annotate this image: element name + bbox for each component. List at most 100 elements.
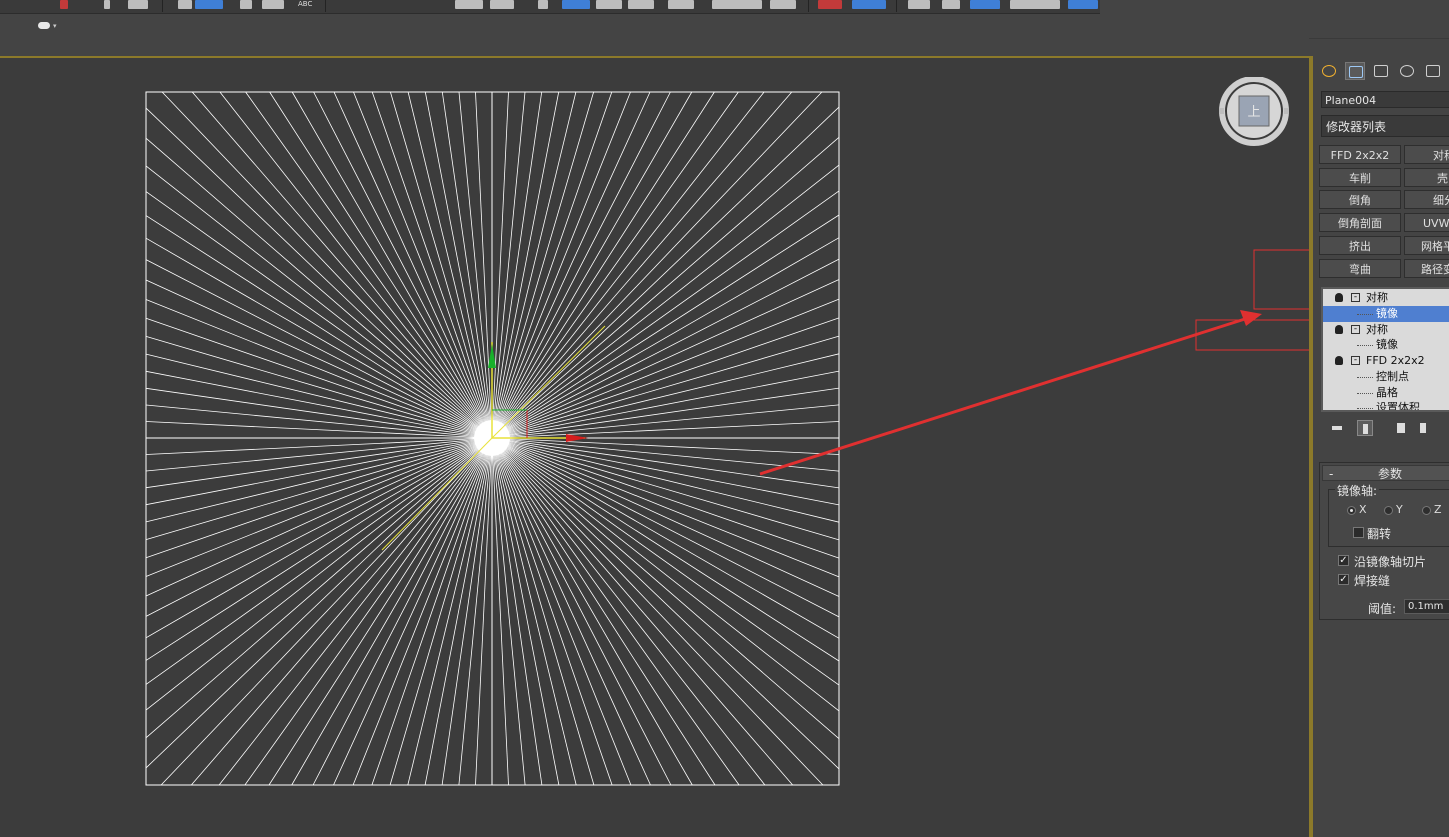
rollout-title: 参数 bbox=[1377, 467, 1402, 481]
viewport-top[interactable] bbox=[0, 56, 1309, 837]
chevron-down-icon: ▾ bbox=[53, 22, 57, 30]
toolbar-strip bbox=[0, 0, 1100, 14]
stack-item-symmetry-2[interactable]: - 对称 bbox=[1323, 322, 1449, 338]
collapse-icon[interactable]: - bbox=[1351, 325, 1360, 334]
viewport-menu-button[interactable]: ▾ bbox=[38, 19, 58, 33]
particle-tool-icon[interactable] bbox=[852, 0, 886, 9]
x-tool-icon[interactable] bbox=[942, 0, 960, 9]
viewport-top-gap bbox=[0, 38, 1309, 56]
lightbulb-icon[interactable] bbox=[1335, 356, 1343, 365]
show-end-result-icon[interactable] bbox=[1357, 420, 1373, 436]
angle-snap-icon[interactable] bbox=[262, 0, 284, 9]
flip-checkbox[interactable] bbox=[1353, 527, 1364, 538]
motion-icon bbox=[1400, 65, 1414, 77]
stack-subitem-set-volume[interactable]: 设置体积 bbox=[1323, 400, 1449, 412]
hierarchy-icon bbox=[1374, 65, 1388, 77]
brick-tool-icon[interactable] bbox=[818, 0, 842, 9]
eye-icon bbox=[38, 22, 50, 29]
layer-icon[interactable] bbox=[490, 0, 514, 9]
mirror-tool-icon[interactable] bbox=[178, 0, 192, 9]
grid-tool-icon[interactable] bbox=[1068, 0, 1098, 9]
viewcube[interactable]: 上 bbox=[1218, 76, 1290, 147]
abc-text-icon[interactable]: ABC bbox=[298, 0, 312, 9]
collapse-icon[interactable]: - bbox=[1351, 356, 1360, 365]
delete-icon[interactable] bbox=[60, 0, 68, 9]
stack-subitem-label: 晶格 bbox=[1376, 386, 1398, 399]
material-editor-icon[interactable] bbox=[596, 0, 622, 9]
align-left-icon[interactable] bbox=[1010, 0, 1060, 9]
named-selection-icon[interactable] bbox=[455, 0, 483, 9]
mirror-axis-group: 镜像轴: X Y Z 翻转 bbox=[1328, 482, 1449, 547]
hierarchy-tab[interactable] bbox=[1371, 62, 1391, 80]
tree-line bbox=[1357, 314, 1373, 315]
sound-icon[interactable] bbox=[908, 0, 930, 9]
modifier-button-bevel-profile[interactable]: 倒角剖面 bbox=[1319, 213, 1401, 232]
window-select-icon[interactable] bbox=[128, 0, 148, 9]
secondary-toolbar: ▾ bbox=[0, 14, 1449, 39]
viewcube-face-label[interactable]: 上 bbox=[1247, 105, 1260, 120]
modifier-button-uvw-map[interactable]: UVW 贴图 bbox=[1404, 213, 1449, 232]
modifier-button-bend[interactable]: 弯曲 bbox=[1319, 259, 1401, 278]
toolbar-separator bbox=[896, 0, 897, 12]
tree-line bbox=[1357, 408, 1373, 409]
schematic-view-icon[interactable] bbox=[562, 0, 590, 9]
select-icon[interactable] bbox=[104, 0, 110, 9]
render-options-icon[interactable] bbox=[770, 0, 796, 9]
stack-item-ffd[interactable]: - FFD 2x2x2 bbox=[1323, 353, 1449, 369]
stack-subitem-control-points[interactable]: 控制点 bbox=[1323, 369, 1449, 385]
toolbar-separator bbox=[162, 0, 163, 12]
mirror-axis-label: 镜像轴: bbox=[1335, 482, 1380, 499]
lightbulb-icon[interactable] bbox=[1335, 293, 1343, 302]
radio-axis-z[interactable] bbox=[1422, 506, 1431, 515]
viewcube-graphic[interactable]: 上 bbox=[1218, 76, 1290, 147]
make-unique-icon[interactable] bbox=[1393, 420, 1409, 436]
modifier-button-path-deform[interactable]: 路径变形 bbox=[1404, 259, 1449, 278]
modifier-button-extrude[interactable]: 挤出 bbox=[1319, 236, 1401, 255]
render-setup-icon[interactable] bbox=[628, 0, 654, 9]
render-icon[interactable] bbox=[712, 0, 762, 9]
toolbar-separator bbox=[325, 0, 326, 12]
modifier-button-lathe[interactable]: 车削 bbox=[1319, 168, 1401, 187]
collapse-icon[interactable]: - bbox=[1351, 293, 1360, 302]
weld-checkbox[interactable]: ✓ bbox=[1338, 574, 1349, 585]
render-frame-icon[interactable] bbox=[668, 0, 694, 9]
main-toolbar: ABC bbox=[0, 0, 1449, 14]
stack-subitem-label: 镜像 bbox=[1376, 307, 1398, 320]
modifier-button-bevel[interactable]: 倒角 bbox=[1319, 190, 1401, 209]
modifier-button-symmetry[interactable]: 对称 bbox=[1404, 145, 1449, 164]
modifier-button-shell[interactable]: 壳 bbox=[1404, 168, 1449, 187]
display-tab[interactable] bbox=[1423, 62, 1443, 80]
parameters-rollout: - 参数 镜像轴: X Y Z 翻转 ✓ 沿镜像轴切片 ✓ 焊接缝 阈值: 0.… bbox=[1319, 462, 1449, 620]
tree-line bbox=[1357, 393, 1373, 394]
modify-tab[interactable] bbox=[1345, 62, 1365, 80]
stack-item-symmetry-1[interactable]: - 对称 bbox=[1323, 290, 1449, 306]
modifier-button-meshsmooth[interactable]: 网格平滑 bbox=[1404, 236, 1449, 255]
parameters-rollout-header[interactable]: - 参数 bbox=[1322, 465, 1449, 481]
object-name-field[interactable]: Plane004 bbox=[1321, 91, 1449, 108]
radio-axis-x[interactable] bbox=[1347, 506, 1356, 515]
radio-axis-y-label: Y bbox=[1396, 503, 1403, 516]
lightbulb-icon[interactable] bbox=[1335, 325, 1343, 334]
stack-subitem-label: 控制点 bbox=[1376, 370, 1409, 383]
snap-toggle-icon[interactable] bbox=[240, 0, 252, 9]
pin-stack-icon[interactable] bbox=[1329, 420, 1345, 436]
stack-subitem-mirror-2[interactable]: 镜像 bbox=[1323, 337, 1449, 353]
curve-editor-icon[interactable] bbox=[538, 0, 548, 9]
modifier-button-subdivide[interactable]: 细分 bbox=[1404, 190, 1449, 209]
threshold-input[interactable]: 0.1mm bbox=[1404, 599, 1449, 614]
remove-modifier-icon[interactable] bbox=[1415, 420, 1431, 436]
viewcube-east-marker bbox=[1284, 108, 1290, 114]
stack-subitem-lattice[interactable]: 晶格 bbox=[1323, 385, 1449, 401]
stack-subitem-label: 设置体积 bbox=[1376, 401, 1420, 412]
create-tab[interactable] bbox=[1319, 62, 1339, 80]
align-tool-icon[interactable] bbox=[195, 0, 223, 9]
slice-checkbox[interactable]: ✓ bbox=[1338, 555, 1349, 566]
info-tool-icon[interactable] bbox=[970, 0, 1000, 9]
motion-tab[interactable] bbox=[1397, 62, 1417, 80]
modifier-stack[interactable]: - 对称 镜像 - 对称 镜像 - FFD 2x2x2 控制点 晶格 设置体积 bbox=[1321, 287, 1449, 412]
stack-subitem-mirror-1[interactable]: 镜像 bbox=[1323, 306, 1449, 322]
modifier-list-dropdown[interactable]: 修改器列表 bbox=[1321, 115, 1449, 137]
modifier-button-ffd[interactable]: FFD 2x2x2 bbox=[1319, 145, 1401, 164]
radio-axis-y[interactable] bbox=[1384, 506, 1393, 515]
rollout-collapse-icon[interactable]: - bbox=[1329, 466, 1333, 482]
